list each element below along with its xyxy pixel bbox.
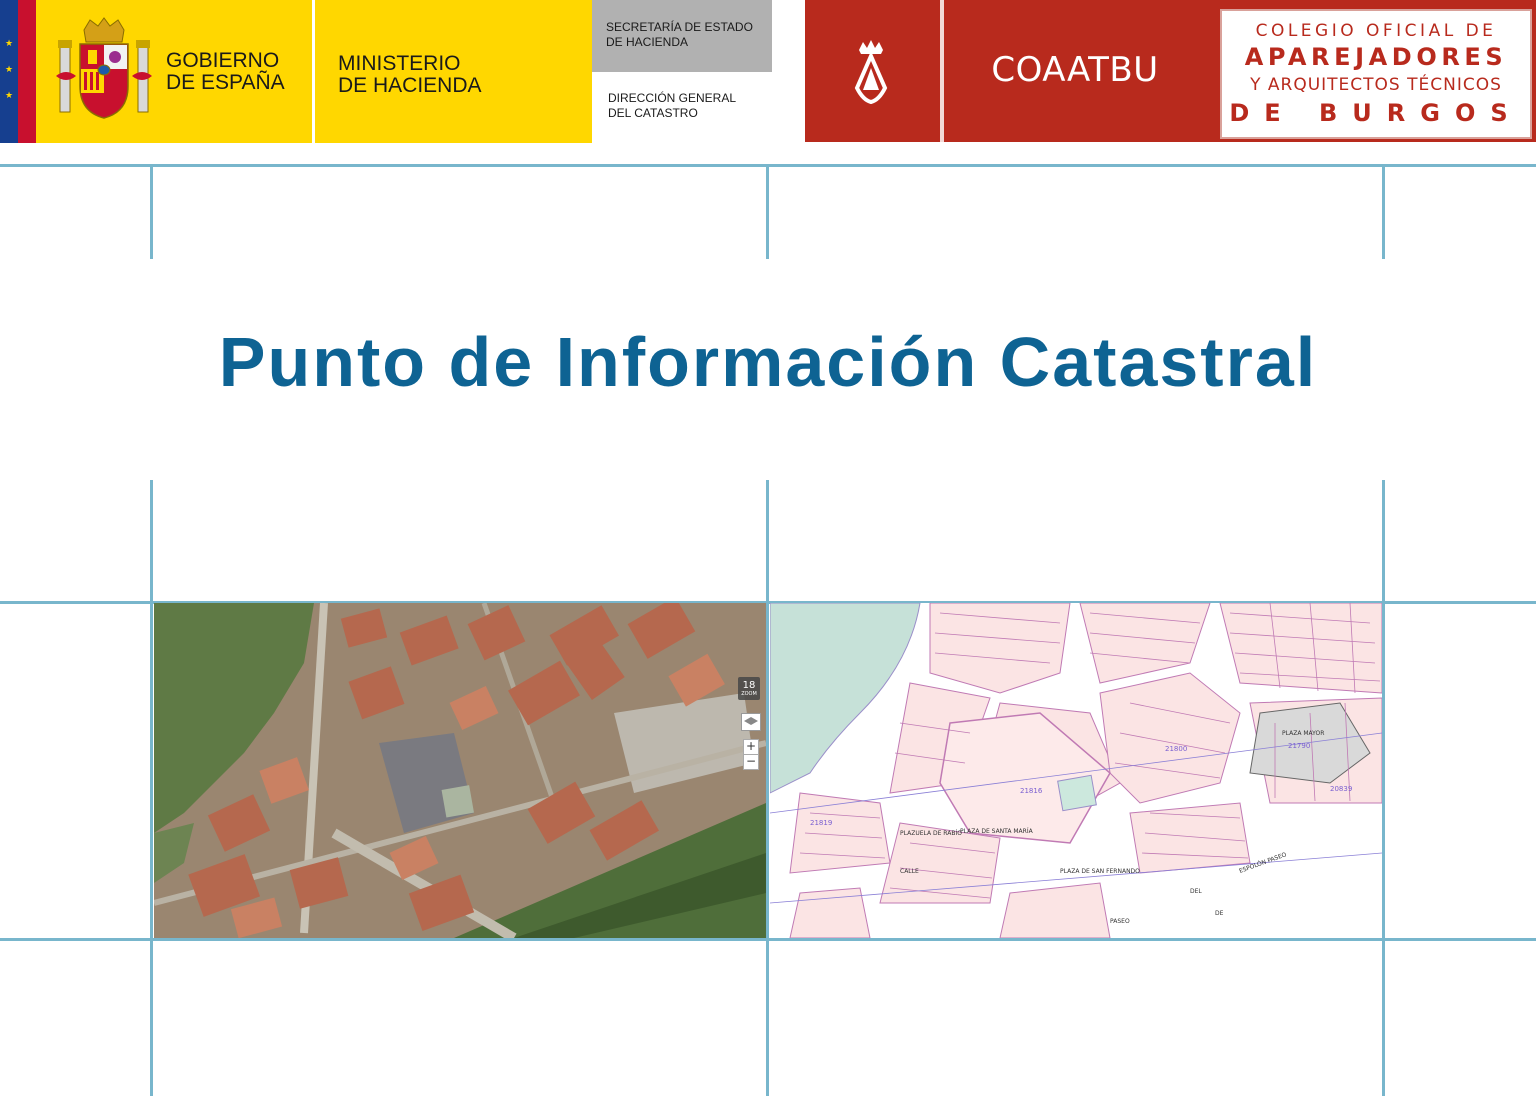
ministerio-hacienda-label: MINISTERIO DE HACIENDA [338, 52, 482, 97]
layers-icon[interactable] [741, 713, 761, 731]
spain-flag-stripe [18, 0, 36, 143]
grid-line-vertical [1382, 164, 1385, 259]
coaatbu-emblem-icon [854, 40, 888, 105]
gobierno-header: ★ ★ ★ GOBIERNO DE ESPAÑA MINISTERIO DE H… [0, 0, 772, 143]
cadastral-map[interactable]: 21816 21790 21800 21819 20839 CALLE PLAZ… [770, 603, 1382, 938]
parcel-number: 21800 [1165, 745, 1187, 753]
parcel-number: 21819 [810, 819, 832, 827]
colegio-oficial-box: COLEGIO OFICIAL DE APAREJADORES Y ARQUIT… [1220, 9, 1532, 139]
street-label: PLAZUELA DE RABÍO [900, 830, 962, 837]
gobierno-espana-label: GOBIERNO DE ESPAÑA [166, 49, 285, 94]
eu-star-icon: ★ [5, 91, 14, 101]
coat-of-arms-icon [56, 17, 152, 119]
secretaria-panel: SECRETARÍA DE ESTADO DE HACIENDA [592, 0, 772, 72]
street-label: CALLE [900, 868, 919, 875]
direccion-panel: DIRECCIÓN GENERAL DEL CATASTRO [592, 72, 772, 143]
street-label: PASEO [1110, 918, 1130, 925]
eu-star-icon: ★ [5, 65, 14, 75]
colegio-line-3: Y ARQUITECTOS TÉCNICOS [1250, 75, 1502, 95]
grid-line-vertical [766, 480, 769, 1096]
colegio-line-1: COLEGIO OFICIAL DE [1255, 21, 1497, 41]
grid-line-vertical [150, 164, 153, 259]
grid-line-vertical [1382, 480, 1385, 1096]
cadastral-drawing: 21816 21790 21800 21819 20839 CALLE PLAZ… [770, 603, 1382, 938]
colegio-line-2: APAREJADORES [1244, 43, 1508, 71]
zoom-in-button[interactable]: + [743, 739, 759, 755]
eu-star-icon: ★ [5, 39, 14, 49]
street-label: DE [1215, 910, 1224, 917]
street-label: PLAZA DE SAN FERNANDO [1060, 868, 1140, 875]
zoom-label: ZOOM [741, 691, 757, 697]
aerial-map[interactable]: 18 ZOOM + − [154, 603, 766, 938]
parcel-number: 21816 [1020, 787, 1043, 795]
gobierno-panel: GOBIERNO DE ESPAÑA [36, 0, 312, 143]
grid-line-vertical [150, 480, 153, 1096]
zoom-control: 18 ZOOM [738, 677, 760, 700]
parcel-number: 20839 [1330, 785, 1352, 793]
zoom-level: 18 [742, 680, 756, 691]
street-label: PLAZA DE SANTA MARÍA [960, 828, 1034, 835]
street-label: PLAZA MAYOR [1282, 730, 1324, 737]
ministerio-panel: MINISTERIO DE HACIENDA [315, 0, 592, 143]
secretaria-label: SECRETARÍA DE ESTADO DE HACIENDA [606, 20, 753, 49]
aerial-photo [154, 603, 766, 938]
eu-flag-stripe: ★ ★ ★ [0, 0, 18, 143]
coaatbu-name: COAATBU [991, 50, 1159, 90]
parcel-number: 21790 [1288, 742, 1310, 750]
direccion-catastro-label: DIRECCIÓN GENERAL DEL CATASTRO [608, 91, 737, 120]
grid-line-vertical [766, 164, 769, 259]
colegio-line-4: DE BURGOS [1229, 99, 1523, 127]
page-title: Punto de Información Catastral [218, 323, 1318, 401]
zoom-out-button[interactable]: − [743, 754, 759, 770]
street-label: DEL [1190, 888, 1202, 895]
